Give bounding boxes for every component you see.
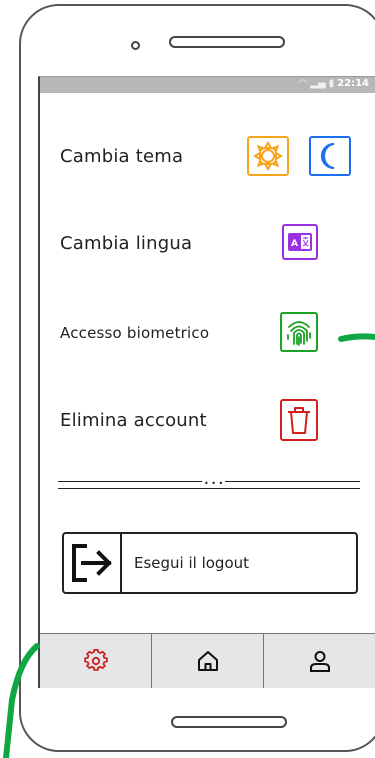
status-icons: ◠ ▂▄ ▮ 22:14 [299, 78, 369, 89]
moon-icon [320, 142, 335, 170]
delete-button[interactable] [280, 399, 318, 441]
biometric-button[interactable] [280, 312, 318, 352]
user-icon [309, 651, 330, 672]
status-time: 22:14 [337, 78, 369, 89]
translate-icon: A [288, 233, 312, 251]
home-icon [197, 651, 218, 671]
biometric-label: Accesso biometrico [60, 324, 210, 342]
gear-icon [83, 649, 108, 671]
fingerprint-icon [287, 321, 311, 346]
language-label: Cambia lingua [60, 233, 193, 254]
divider-bottom [58, 488, 360, 489]
tab-home[interactable] [152, 634, 264, 688]
logout-icon-box [64, 534, 122, 592]
logout-icon [72, 544, 112, 582]
signal-icon: ▂▄ [310, 78, 326, 89]
speaker [169, 36, 285, 48]
status-bar: ◠ ▂▄ ▮ 22:14 [40, 77, 375, 93]
bottom-tab-bar [40, 633, 375, 688]
sun-icon [253, 141, 283, 171]
svg-text:A: A [291, 239, 298, 249]
screen: ◠ ▂▄ ▮ 22:14 Cambia tema Cambia lingua A… [38, 76, 375, 688]
delete-label: Elimina account [60, 410, 207, 431]
theme-light-button[interactable] [247, 136, 289, 176]
logout-label: Esegui il logout [134, 554, 250, 572]
tab-settings[interactable] [40, 634, 152, 688]
tab-profile[interactable] [264, 634, 375, 688]
divider-handle: • • • [202, 479, 226, 488]
language-button[interactable]: A [282, 224, 318, 260]
trash-icon [288, 407, 310, 434]
logout-button[interactable]: Esegui il logout [62, 532, 358, 594]
camera [131, 41, 140, 50]
wifi-icon: ◠ [298, 78, 308, 89]
theme-dark-button[interactable] [309, 136, 351, 176]
theme-label: Cambia tema [60, 146, 184, 167]
battery-icon: ▮ [328, 78, 335, 89]
annotation-stroke-right [338, 333, 375, 342]
home-bar [171, 716, 287, 728]
annotation-stroke-left [3, 643, 40, 758]
